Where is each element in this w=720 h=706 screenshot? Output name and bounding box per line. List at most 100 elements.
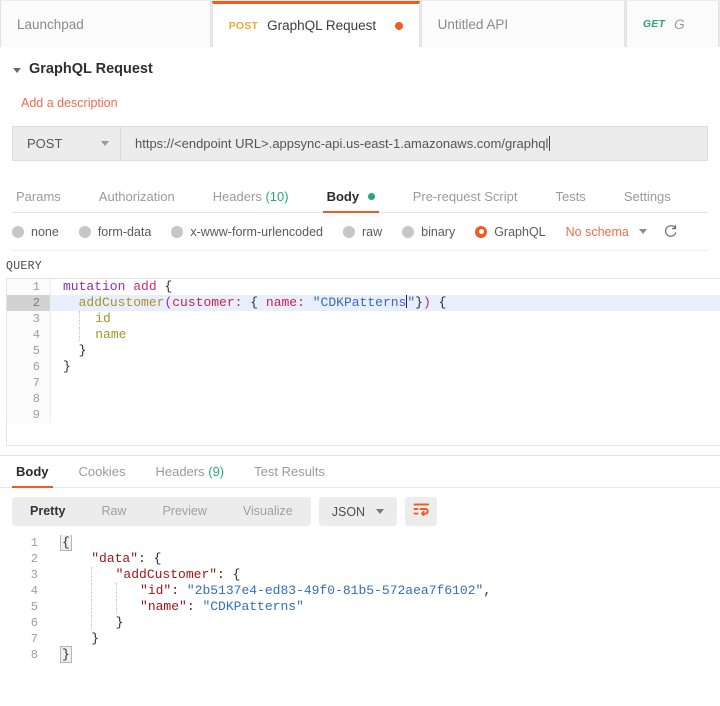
response-line: 3 "addCustomer": { — [0, 567, 720, 583]
line-number: 3 — [7, 311, 51, 327]
subtab-label: Pre-request Script — [412, 189, 518, 204]
code-text: addCustomer(customer: { name: "CDKPatter… — [78, 295, 447, 310]
subtab-label: Params — [16, 189, 61, 204]
line-number: 4 — [7, 327, 51, 343]
tab-launchpad[interactable]: Launchpad — [0, 1, 211, 47]
response-tab-label: Test Results — [254, 464, 325, 479]
radio-icon — [171, 225, 184, 238]
body-type-label: form-data — [97, 224, 152, 239]
subtab-label: Tests — [555, 189, 586, 204]
subtab-tests[interactable]: Tests — [551, 189, 589, 212]
body-type-binary[interactable]: binary — [402, 225, 455, 239]
wrap-text-button[interactable] — [405, 497, 438, 526]
radio-icon — [12, 225, 24, 238]
schema-selector-label[interactable]: No schema — [566, 225, 629, 239]
tab-label: Untitled API — [437, 16, 509, 32]
response-tab-cookies[interactable]: Cookies — [75, 464, 130, 487]
code-line: 9 — [7, 407, 720, 423]
code-text: mutation add { — [63, 279, 173, 294]
line-number: 6 — [30, 616, 38, 630]
code-line: 8 — [7, 391, 720, 407]
refresh-icon[interactable] — [663, 224, 678, 239]
tab-label: G — [674, 16, 685, 32]
chevron-down-icon — [101, 141, 109, 146]
wrap-text-icon — [413, 502, 430, 521]
subtab-settings[interactable]: Settings — [620, 189, 675, 212]
graphql-query-editor[interactable]: 1 mutation add { 2 addCustomer(customer:… — [6, 278, 720, 446]
code-line: 3 id — [7, 311, 720, 327]
subtab-authorization[interactable]: Authorization — [95, 189, 179, 212]
tab-label: Launchpad — [17, 16, 84, 32]
line-number: 8 — [30, 648, 38, 662]
line-number: 5 — [7, 343, 51, 359]
subtab-params[interactable]: Params — [12, 189, 65, 212]
response-text: } — [60, 646, 72, 663]
response-line: 7 } — [0, 631, 720, 647]
view-mode-preview[interactable]: Preview — [144, 497, 224, 526]
subtab-label: Settings — [623, 189, 671, 204]
chevron-down-icon[interactable] — [638, 229, 647, 234]
url-input[interactable]: https://<endpoint URL>.appsync-api.us-ea… — [121, 127, 707, 160]
subtab-label: Body — [326, 189, 360, 204]
body-type-form-data[interactable]: form-data — [78, 224, 152, 239]
body-present-dot — [367, 193, 375, 200]
body-type-urlencoded[interactable]: x-www-form-urlencoded — [171, 225, 323, 239]
radio-icon — [402, 225, 415, 238]
body-type-label: GraphQL — [494, 224, 546, 239]
tab-bar: Launchpad POST GraphQL Request Untitled … — [0, 0, 720, 47]
response-format-select[interactable]: JSON — [318, 497, 398, 526]
view-mode-raw[interactable]: Raw — [83, 497, 144, 526]
response-text: } — [50, 615, 123, 631]
line-number: 5 — [30, 600, 38, 614]
request-subtabs: Params Authorization Headers (10) Body P… — [12, 181, 708, 213]
subtab-headers[interactable]: Headers (10) — [209, 189, 293, 212]
subtab-pre-request-script[interactable]: Pre-request Script — [409, 189, 522, 212]
body-type-graphql[interactable]: GraphQL — [475, 224, 546, 239]
response-tab-test-results[interactable]: Test Results — [250, 464, 329, 487]
tab-label: GraphQL Request — [267, 18, 377, 33]
response-text: { — [60, 535, 72, 551]
unsaved-changes-dot — [394, 21, 403, 30]
tab-untitled-api[interactable]: Untitled API — [420, 1, 625, 47]
request-title-row[interactable]: GraphQL Request — [13, 61, 707, 77]
response-text: "data": { — [91, 551, 162, 566]
http-method-select[interactable]: POST — [13, 127, 121, 160]
response-line: 5 "name": "CDKPatterns" — [0, 599, 720, 615]
response-body-viewer[interactable]: 1 { 2 "data": { 3 "addCustomer": { 4 "id… — [0, 535, 720, 663]
line-number: 4 — [30, 584, 38, 598]
response-line: 4 "id": "2b5137e4-ed83-49f0-81b5-572aea7… — [0, 583, 720, 599]
response-view-mode-group: Pretty Raw Preview Visualize — [12, 497, 311, 526]
code-text: } — [78, 343, 87, 358]
view-mode-pretty[interactable]: Pretty — [12, 497, 83, 526]
code-text: id — [51, 311, 111, 327]
response-tab-body[interactable]: Body — [12, 464, 53, 488]
tab-get-request[interactable]: GET G — [625, 1, 719, 47]
response-text: "addCustomer": { — [50, 567, 240, 583]
http-method-value: POST — [27, 136, 63, 151]
chevron-down-icon[interactable] — [13, 67, 21, 73]
subtab-count: (10) — [265, 189, 289, 204]
line-number: 3 — [30, 568, 38, 582]
response-format-value: JSON — [331, 504, 366, 519]
tab-graphql-request[interactable]: POST GraphQL Request — [211, 1, 420, 47]
response-tab-headers[interactable]: Headers (9) — [151, 464, 228, 487]
response-line: 6 } — [0, 615, 720, 631]
code-text: name — [51, 327, 126, 343]
subtab-label: Headers — [212, 189, 262, 204]
body-type-label: binary — [421, 224, 456, 239]
line-number: 1 — [7, 279, 51, 295]
subtab-body[interactable]: Body — [322, 189, 379, 213]
body-type-none[interactable]: none — [12, 225, 59, 239]
body-type-raw[interactable]: raw — [343, 225, 382, 239]
response-toolbar: Pretty Raw Preview Visualize JSON — [0, 488, 720, 535]
radio-icon-selected — [475, 225, 488, 238]
response-tabs: Body Cookies Headers (9) Test Results — [0, 456, 720, 488]
view-mode-visualize[interactable]: Visualize — [225, 497, 311, 526]
add-description-link[interactable]: Add a description — [21, 96, 707, 110]
body-type-radio-group: none form-data x-www-form-urlencoded raw… — [12, 213, 708, 251]
query-section-label: QUERY — [6, 260, 43, 273]
radio-icon — [343, 225, 355, 238]
tab-method-label: GET — [642, 18, 666, 30]
chevron-down-icon — [376, 509, 385, 514]
page-title: GraphQL Request — [29, 61, 153, 77]
